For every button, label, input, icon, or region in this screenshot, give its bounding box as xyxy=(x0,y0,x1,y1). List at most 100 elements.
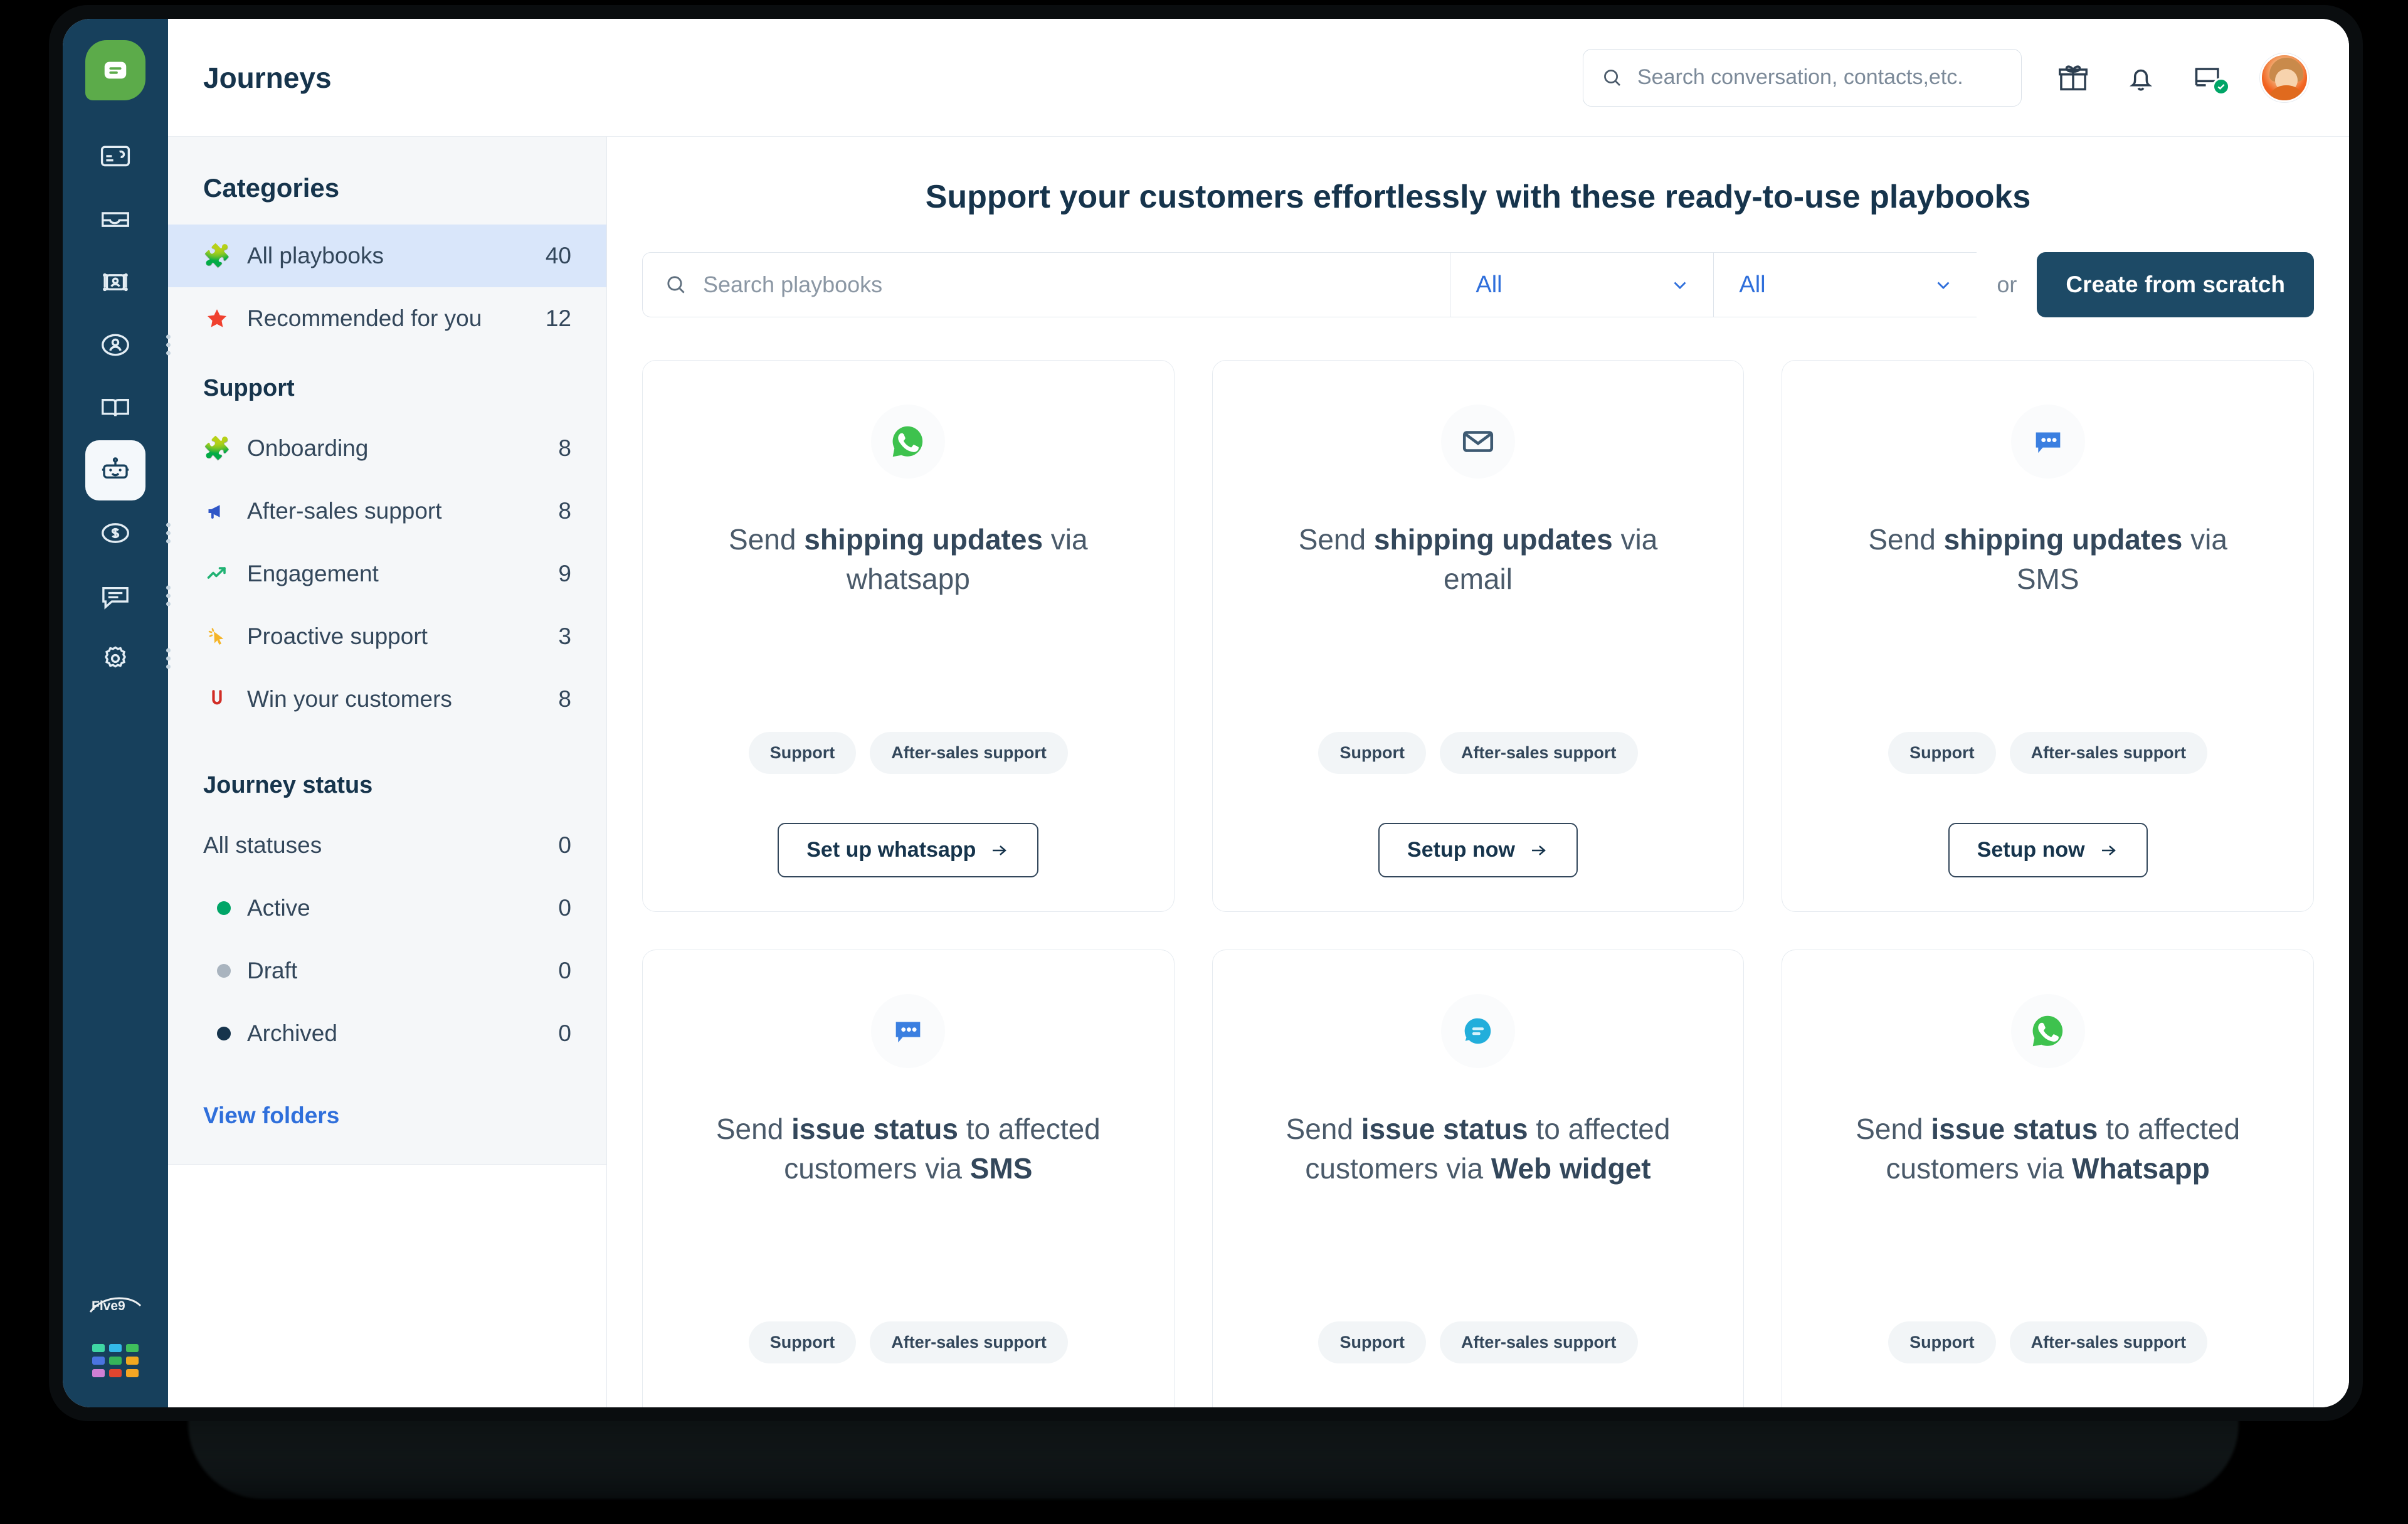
puzzle-icon: 🧩 xyxy=(203,243,231,268)
status-count: 0 xyxy=(558,1020,571,1046)
create-from-scratch-button[interactable]: Create from scratch xyxy=(2037,252,2314,317)
arrow-right-icon xyxy=(2101,845,2116,855)
playbook-title: Send issue status to affected customers … xyxy=(1277,1109,1679,1189)
avatar[interactable] xyxy=(2260,53,2309,102)
hero-title: Support your customers effortlessly with… xyxy=(925,179,2031,215)
playbook-card[interactable]: Send issue status to affected customers … xyxy=(1212,950,1745,1407)
sidebar-item-proactive-support[interactable]: Proactive support 3 xyxy=(168,605,606,668)
arrow-right-icon xyxy=(993,845,1007,855)
app-logo[interactable] xyxy=(85,40,145,100)
sidebar-item-journeys[interactable] xyxy=(85,440,145,500)
status-count: 0 xyxy=(558,895,571,921)
puzzle-icon: 🧩 xyxy=(203,435,231,461)
tag: After-sales support xyxy=(870,732,1068,774)
status-item-draft[interactable]: Draft 0 xyxy=(168,939,606,1002)
categories-sidebar: Categories 🧩 All playbooks 40 Recommende… xyxy=(168,137,607,1407)
click-cursor-icon xyxy=(203,625,231,648)
sidebar-item-count: 12 xyxy=(545,305,571,331)
status-label: All statuses xyxy=(203,832,322,858)
playbook-card[interactable]: Send issue status to affected customers … xyxy=(1782,950,2314,1407)
tag: Support xyxy=(1318,1321,1426,1363)
sidebar-item-contacts[interactable] xyxy=(85,315,171,375)
sidebar-item-recommended[interactable]: Recommended for you 12 xyxy=(168,287,606,350)
status-label: Active xyxy=(247,895,310,921)
sidebar-item-workflow[interactable] xyxy=(85,252,145,312)
chevron-down-icon xyxy=(1674,282,1686,289)
playbook-cta-button[interactable]: Set up whatsapp xyxy=(778,823,1039,877)
screen-check-icon[interactable] xyxy=(2192,61,2230,95)
sidebar-item-onboarding[interactable]: 🧩 Onboarding 8 xyxy=(168,417,606,480)
playbook-card[interactable]: Send shipping updates via SMS Support Af… xyxy=(1782,360,2314,912)
sidebar-item-engagement[interactable]: Engagement 9 xyxy=(168,542,606,605)
bot-icon xyxy=(102,457,129,479)
playbooks-panel: Support your customers effortlessly with… xyxy=(607,137,2349,1407)
sidebar-item-count: 8 xyxy=(558,686,571,712)
categories-heading: Categories xyxy=(203,173,340,203)
playbook-card[interactable]: Send issue status to affected customers … xyxy=(642,950,1175,1407)
playbook-card[interactable]: Send shipping updates via whatsapp Suppo… xyxy=(642,360,1175,912)
chat-icon xyxy=(102,586,129,610)
status-label: Draft xyxy=(247,958,298,983)
sms-icon xyxy=(871,994,946,1068)
status-item-all[interactable]: All statuses 0 xyxy=(168,814,606,877)
tag: Support xyxy=(748,1321,857,1363)
status-label: Archived xyxy=(247,1020,337,1046)
knowledge-book-icon xyxy=(102,398,129,416)
sidebar-item-knowledge[interactable] xyxy=(85,378,145,438)
playbook-cta-button[interactable]: Setup now xyxy=(1378,823,1578,877)
filter-one-value: All xyxy=(1476,271,1502,298)
playbook-title: Send issue status to affected customers … xyxy=(707,1109,1109,1189)
playbook-card[interactable]: Send shipping updates via email Support … xyxy=(1212,360,1745,912)
sidebar-item-all-playbooks[interactable]: 🧩 All playbooks 40 xyxy=(168,225,606,287)
sidebar-item-billing[interactable] xyxy=(85,503,171,563)
sidebar-item-inbox[interactable] xyxy=(85,189,145,250)
settings-gear-icon xyxy=(104,646,127,668)
filter-bar: Search playbooks All All or Create from … xyxy=(642,252,2314,317)
tag: Support xyxy=(1318,732,1426,774)
chat-overflow-menu[interactable] xyxy=(166,585,171,606)
sidebar-item-win-your-customers[interactable]: Win your customers 8 xyxy=(168,668,606,731)
playbook-cta-button[interactable]: Setup now xyxy=(1948,823,2148,877)
gift-icon[interactable] xyxy=(2057,61,2089,94)
playbook-tags: Support After-sales support xyxy=(1318,1321,1638,1363)
title-bold: issue status xyxy=(791,1113,958,1145)
sidebar-item-dashboard[interactable] xyxy=(85,127,145,187)
support-heading: Support xyxy=(203,375,295,401)
view-folders-link[interactable]: View folders xyxy=(168,1065,606,1129)
playbook-tags: Support After-sales support xyxy=(748,732,1068,774)
sidebar-item-label: Win your customers xyxy=(247,686,452,712)
playbook-tags: Support After-sales support xyxy=(1888,732,2208,774)
bell-icon[interactable] xyxy=(2125,61,2157,94)
playbook-tags: Support After-sales support xyxy=(1888,1321,2208,1363)
filter-dropdown-two[interactable]: All xyxy=(1713,252,1977,317)
avatar-body xyxy=(2267,85,2306,100)
sidebar-item-after-sales-support[interactable]: After-sales support 8 xyxy=(168,480,606,542)
tag: After-sales support xyxy=(2009,732,2208,774)
sidebar-item-chat[interactable] xyxy=(85,566,171,626)
title-bold: shipping updates xyxy=(804,523,1043,556)
sidebar-divider xyxy=(168,1164,606,1407)
email-icon xyxy=(1440,405,1515,479)
title-bold: shipping updates xyxy=(1373,523,1613,556)
filter-dropdown-one[interactable]: All xyxy=(1450,252,1714,317)
contacts-overflow-menu[interactable] xyxy=(166,334,171,356)
billing-overflow-menu[interactable] xyxy=(166,522,171,544)
title-pre: Send xyxy=(1286,1113,1361,1145)
sidebar-item-settings[interactable] xyxy=(85,628,171,689)
global-search-placeholder: Search conversation, contacts,etc. xyxy=(1637,65,1963,89)
global-search-input[interactable]: Search conversation, contacts,etc. xyxy=(1583,48,2022,107)
tag: After-sales support xyxy=(1439,732,1638,774)
primary-nav-rail: Five9 xyxy=(63,19,171,1407)
status-item-active[interactable]: Active 0 xyxy=(168,877,606,939)
app-switcher-grid[interactable] xyxy=(92,1344,139,1377)
app-screen: Five9 Journeys Search conversation, cont… xyxy=(63,19,2349,1407)
page-title: Journeys xyxy=(203,61,332,94)
playbook-card-grid: Send shipping updates via whatsapp Suppo… xyxy=(642,360,2314,1407)
status-item-archived[interactable]: Archived 0 xyxy=(168,1002,606,1065)
settings-overflow-menu[interactable] xyxy=(166,648,171,669)
whatsapp-icon xyxy=(2010,994,2085,1068)
megaphone-icon xyxy=(203,500,231,522)
search-input[interactable]: Search playbooks xyxy=(642,252,1450,317)
chevron-down-icon xyxy=(1937,282,1950,289)
status-dot-draft xyxy=(217,964,231,978)
